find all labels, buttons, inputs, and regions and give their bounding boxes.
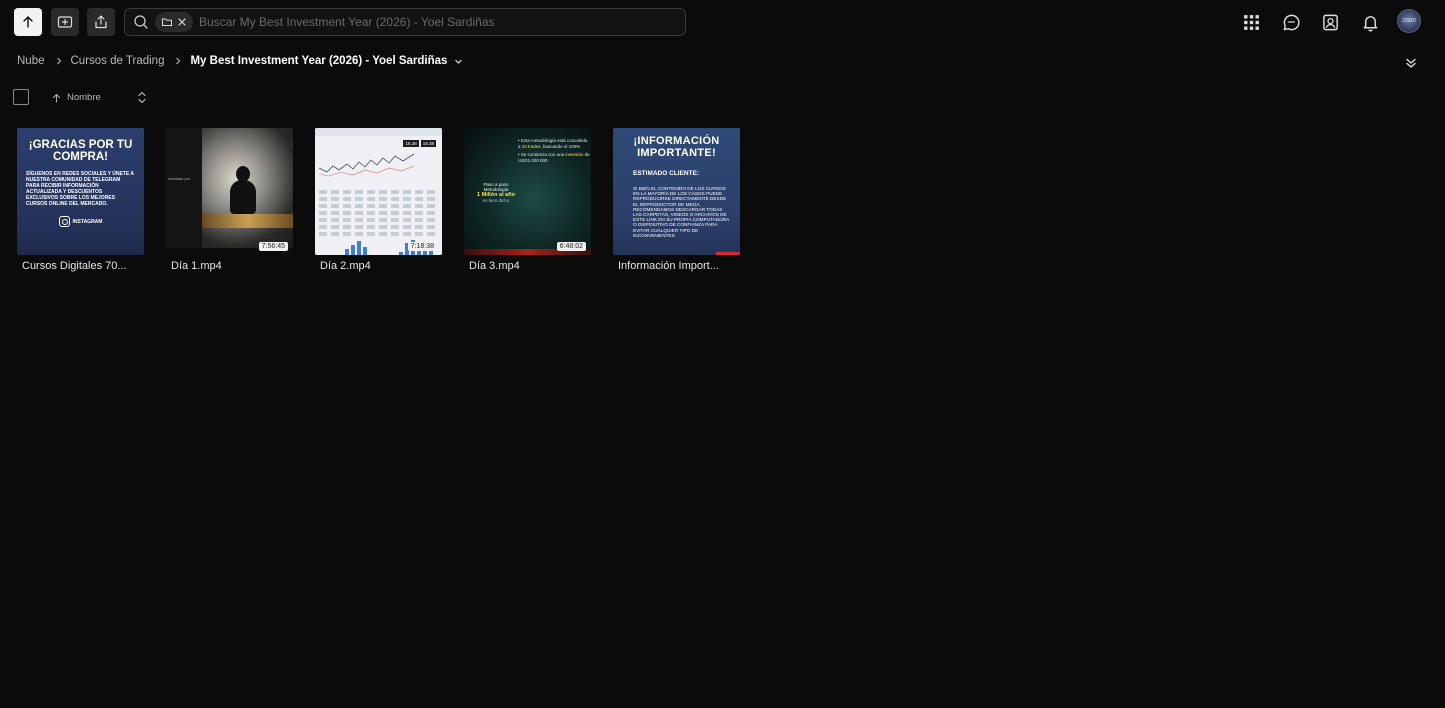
share-icon	[95, 15, 107, 29]
thumb-price-line	[319, 153, 414, 177]
breadcrumb-current[interactable]: My Best Investment Year (2026) - Yoel Sa…	[190, 55, 447, 67]
file-thumbnail[interactable]: 18.38 18.38 7:18:38	[315, 128, 442, 255]
thumb-caption: Paso a paso Metodología 1 Millón al año …	[476, 182, 516, 203]
file-thumbnail[interactable]: ¡INFORMACIÓN IMPORTANTE! ESTIMADO CLIENT…	[613, 128, 740, 255]
file-name[interactable]: Día 2.mp4	[315, 260, 442, 272]
folder-icon	[161, 16, 173, 28]
thumb-highlight: inversión	[565, 152, 584, 157]
chevron-right-icon	[174, 57, 182, 65]
thumb-social: INSTAGRAM	[17, 216, 144, 227]
duration-badge: 7:56:45	[258, 242, 288, 251]
file-thumbnail[interactable]: ¡GRACIAS POR TU COMPRA! SÍGUENOS EN REDE…	[17, 128, 144, 255]
file-name[interactable]: Información Import...	[613, 260, 740, 272]
breadcrumb: Nube Cursos de Trading My Best Investmen…	[17, 52, 463, 70]
chat-icon[interactable]	[1278, 9, 1304, 35]
file-tile[interactable]: ¡GRACIAS POR TU COMPRA! SÍGUENOS EN REDE…	[17, 128, 144, 272]
breadcrumb-item-nube[interactable]: Nube	[17, 55, 45, 67]
top-bar: ΩSRD	[0, 0, 1445, 44]
file-tile[interactable]: ¡INFORMACIÓN IMPORTANTE! ESTIMADO CLIENT…	[613, 128, 740, 272]
duration-badge: 7:18:38	[407, 242, 437, 251]
thumb-line: • Se comienza con una	[518, 152, 565, 157]
close-icon[interactable]	[177, 17, 187, 27]
chevron-right-icon	[55, 57, 63, 65]
file-tile[interactable]: 18.38 18.38 7:18:38 Día 2.mp4	[315, 128, 442, 272]
thumb-text: mediado por	[168, 176, 191, 181]
search-icon[interactable]	[127, 9, 155, 35]
sort-arrow-up-icon	[52, 93, 61, 103]
folder-plus-icon	[57, 16, 73, 28]
chevron-down-icon[interactable]	[454, 57, 463, 66]
thumb-figure	[230, 180, 256, 214]
thumb-price: 18.38	[420, 140, 436, 147]
thumb-social-label: INSTAGRAM	[72, 218, 103, 225]
share-button[interactable]	[87, 8, 115, 36]
file-thumbnail[interactable]: mediado por 7:56:45	[166, 128, 293, 255]
thumb-accent-bar	[716, 252, 740, 255]
search-bar[interactable]	[124, 8, 686, 36]
thumb-header	[315, 128, 442, 136]
new-folder-button[interactable]	[51, 8, 79, 36]
file-name[interactable]: Cursos Digitales 70...	[17, 260, 144, 272]
collapse-icon[interactable]	[1402, 54, 1420, 72]
apps-grid-icon[interactable]	[1238, 9, 1264, 35]
avatar[interactable]: ΩSRD	[1397, 9, 1421, 33]
thumb-highlight: 10 trades	[521, 143, 541, 149]
duration-badge: 6:48:02	[556, 242, 586, 251]
upload-button[interactable]	[14, 8, 42, 36]
sort-label: Nombre	[67, 92, 101, 103]
thumb-caption-line: es bien dicho	[482, 198, 510, 203]
thumb-text: Si bien el contenido de los cursos en la…	[633, 186, 730, 238]
thumb-text: • Esta metodología está concebida a 10 t…	[518, 138, 590, 163]
thumb-title: ¡INFORMACIÓN IMPORTANTE!	[633, 135, 720, 159]
arrow-up-icon	[23, 16, 33, 28]
search-scope-chip[interactable]	[155, 12, 193, 32]
contacts-icon[interactable]	[1317, 9, 1343, 35]
select-all-checkbox[interactable]	[13, 89, 29, 105]
thumb-line: , buscando el 100%	[540, 143, 581, 149]
instagram-icon	[58, 216, 70, 227]
file-tile[interactable]: • Esta metodología está concebida a 10 t…	[464, 128, 591, 272]
thumb-desk	[202, 214, 293, 228]
thumb-subtitle: ESTIMADO CLIENTE:	[633, 170, 700, 177]
breadcrumb-item-cursos[interactable]: Cursos de Trading	[71, 55, 165, 67]
file-name[interactable]: Día 1.mp4	[166, 260, 293, 272]
avatar-text: ΩSRD	[1402, 18, 1416, 24]
thumb-table	[319, 190, 438, 239]
thumb-side-panel: mediado por	[166, 128, 202, 255]
file-tile[interactable]: mediado por 7:56:45 Día 1.mp4	[166, 128, 293, 272]
sort-toggle-icon[interactable]	[136, 90, 148, 104]
sort-by-name[interactable]: Nombre	[52, 91, 101, 104]
thumb-text: SÍGUENOS EN REDES SOCIALES Y ÚNETE A NUE…	[26, 171, 134, 207]
file-name[interactable]: Día 3.mp4	[464, 260, 591, 272]
bell-icon[interactable]	[1357, 9, 1383, 35]
thumb-title: ¡GRACIAS POR TU COMPRA!	[28, 139, 133, 163]
search-input[interactable]	[193, 15, 685, 29]
file-thumbnail[interactable]: • Esta metodología está concebida a 10 t…	[464, 128, 591, 255]
